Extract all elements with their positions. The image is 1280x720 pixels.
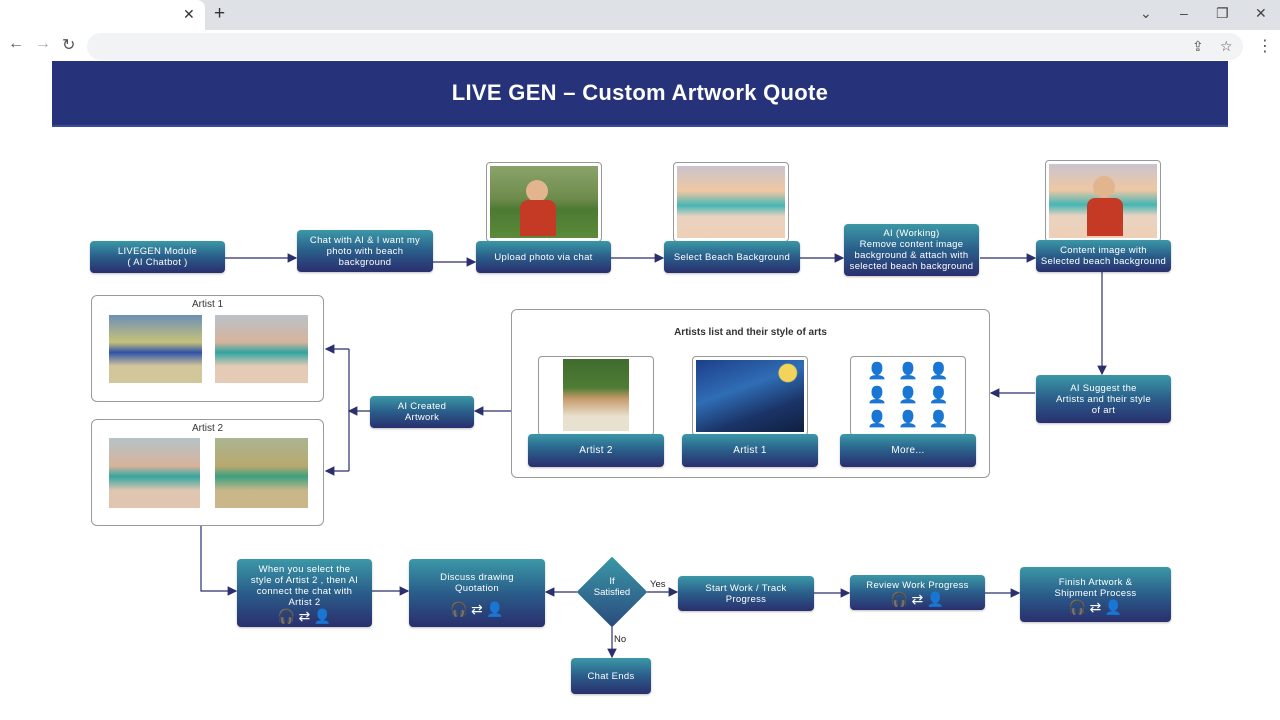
support-agent-icon: 🎧 bbox=[890, 591, 909, 607]
support-agent-icon: 🎧 bbox=[450, 600, 468, 617]
select-artist2-node: When you select the style of Artist 2 , … bbox=[237, 559, 372, 627]
node-line: AI Suggest the bbox=[1070, 382, 1137, 394]
girl-on-beach-image bbox=[1049, 164, 1157, 238]
node-line: background & attach with bbox=[854, 250, 969, 261]
node-line: connect the chat with bbox=[256, 586, 353, 597]
button-label: Artist 1 bbox=[733, 445, 767, 456]
discuss-quotation-node: Discuss drawing Quotation 🎧 ⇄ 👤 bbox=[409, 559, 545, 627]
artist1-button[interactable]: Artist 1 bbox=[682, 434, 818, 467]
node-line: selected beach background bbox=[849, 261, 974, 272]
artists-panel-title: Artists list and their style of arts bbox=[674, 327, 827, 338]
artists-list-panel: Artists list and their style of arts Art… bbox=[511, 309, 990, 478]
beach-background-photo bbox=[673, 162, 789, 242]
artist1-results-title: Artist 1 bbox=[191, 299, 224, 310]
node-line: LIVEGEN Module bbox=[117, 246, 198, 257]
artist-avatar-icon: 👤 bbox=[928, 387, 949, 404]
girl-in-park-image bbox=[490, 166, 598, 238]
chat-ends-node: Chat Ends bbox=[571, 658, 651, 694]
artist2-results-panel: Artist 2 bbox=[91, 419, 324, 526]
artist-avatar-icon: 👤 bbox=[867, 363, 888, 380]
node-line: Artist 2 bbox=[288, 597, 321, 608]
more-artists-button[interactable]: More... bbox=[840, 434, 976, 467]
artist-avatar-icon: 👤 bbox=[867, 411, 888, 428]
artist2-sample-card bbox=[538, 356, 654, 436]
node-line: Progress bbox=[725, 593, 767, 605]
ai-working-node: AI (Working) Remove content image backgr… bbox=[844, 224, 979, 276]
more-artists-card: 👤 👤 👤 👤 👤 👤 👤 👤 👤 bbox=[850, 356, 966, 436]
livegen-module-node: LIVEGEN Module ( AI Chatbot ) bbox=[90, 241, 225, 273]
starry-night-image bbox=[696, 360, 804, 432]
node-line: Quotation bbox=[455, 582, 499, 594]
exchange-arrows-icon: ⇄ bbox=[1089, 598, 1102, 615]
chat-with-ai-node: Chat with AI & I want my photo with beac… bbox=[297, 230, 433, 272]
start-work-node: Start Work / Track Progress bbox=[678, 576, 814, 611]
artist1-artwork-2 bbox=[215, 315, 308, 383]
composited-photo bbox=[1045, 160, 1161, 242]
artist-avatar-icon: 👤 bbox=[898, 363, 918, 380]
node-line: Review Work Progress bbox=[866, 580, 969, 591]
node-line: Discuss drawing bbox=[440, 571, 514, 583]
ai-suggest-node: AI Suggest the Artists and their style o… bbox=[1036, 375, 1171, 423]
review-progress-node: Review Work Progress 🎧 ⇄ 👤 bbox=[850, 575, 985, 610]
uploaded-photo bbox=[486, 162, 602, 242]
node-line: AI Created bbox=[397, 401, 447, 412]
node-line: Content image with bbox=[1060, 245, 1147, 256]
select-beach-node: Select Beach Background bbox=[664, 241, 800, 273]
node-line: ( AI Chatbot ) bbox=[127, 257, 188, 268]
node-line: Artists and their style bbox=[1055, 393, 1152, 405]
artist-avatar-icon: 👤 bbox=[867, 387, 888, 404]
node-line: Start Work / Track bbox=[705, 582, 787, 594]
node-line: Finish Artwork & bbox=[1058, 576, 1133, 588]
node-line: Artwork bbox=[404, 412, 440, 423]
button-label: Artist 2 bbox=[579, 445, 613, 456]
node-line: background bbox=[338, 256, 392, 268]
decision-line: Satisfied bbox=[593, 587, 631, 598]
artist-avatar-icon: 👤 bbox=[928, 363, 949, 380]
decision-text: If Satisfied bbox=[577, 576, 647, 598]
node-line: Chat Ends bbox=[587, 670, 635, 682]
satisfied-decision: If Satisfied bbox=[576, 556, 648, 628]
button-label: More... bbox=[891, 445, 925, 456]
upload-photo-node: Upload photo via chat bbox=[476, 241, 611, 273]
node-line: AI (Working) bbox=[883, 228, 940, 239]
support-agent-icon: 🎧 bbox=[277, 608, 296, 624]
user-icon: 👤 bbox=[313, 608, 332, 624]
node-line: Chat with AI & I want my bbox=[309, 234, 421, 246]
artist-avatar-icon: 👤 bbox=[898, 387, 918, 404]
content-image-node: Content image with Selected beach backgr… bbox=[1036, 240, 1171, 272]
frida-portrait-image bbox=[563, 359, 629, 431]
node-line: Remove content image bbox=[859, 239, 964, 250]
artist-avatar-icon: 👤 bbox=[928, 411, 949, 428]
beach-image bbox=[677, 166, 785, 238]
exchange-arrows-icon: ⇄ bbox=[911, 591, 924, 607]
artist-avatar-icon: 👤 bbox=[898, 411, 918, 428]
node-line: photo with beach bbox=[326, 245, 404, 257]
node-line: style of Artist 2 , then AI bbox=[250, 575, 359, 586]
artist2-artwork-2 bbox=[215, 438, 308, 508]
artist1-sample-card bbox=[692, 356, 808, 436]
artist2-artwork-1 bbox=[109, 438, 200, 508]
yes-label: Yes bbox=[650, 579, 666, 590]
node-line: Selected beach background bbox=[1040, 256, 1167, 267]
connector-artist2-select bbox=[200, 526, 238, 596]
artist2-results-title: Artist 2 bbox=[191, 423, 224, 434]
ai-created-artwork-node: AI Created Artwork bbox=[370, 396, 474, 428]
node-line: Upload photo via chat bbox=[494, 251, 593, 263]
node-line: Select Beach Background bbox=[673, 251, 791, 263]
node-line: When you select the bbox=[258, 564, 351, 575]
support-agent-icon: 🎧 bbox=[1068, 598, 1087, 615]
artist1-results-panel: Artist 1 bbox=[91, 295, 324, 402]
finish-artwork-node: Finish Artwork & Shipment Process 🎧 ⇄ 👤 bbox=[1020, 567, 1171, 622]
decision-line: If bbox=[609, 576, 615, 587]
node-line: of art bbox=[1091, 404, 1116, 416]
user-icon: 👤 bbox=[926, 591, 945, 607]
exchange-arrows-icon: ⇄ bbox=[470, 600, 484, 617]
no-label: No bbox=[614, 634, 627, 645]
artist2-button[interactable]: Artist 2 bbox=[528, 434, 664, 467]
artist1-artwork-1 bbox=[109, 315, 202, 383]
exchange-arrows-icon: ⇄ bbox=[298, 608, 311, 624]
node-line: Shipment Process bbox=[1054, 587, 1137, 599]
user-icon: 👤 bbox=[486, 600, 504, 617]
user-icon: 👤 bbox=[1104, 598, 1123, 615]
